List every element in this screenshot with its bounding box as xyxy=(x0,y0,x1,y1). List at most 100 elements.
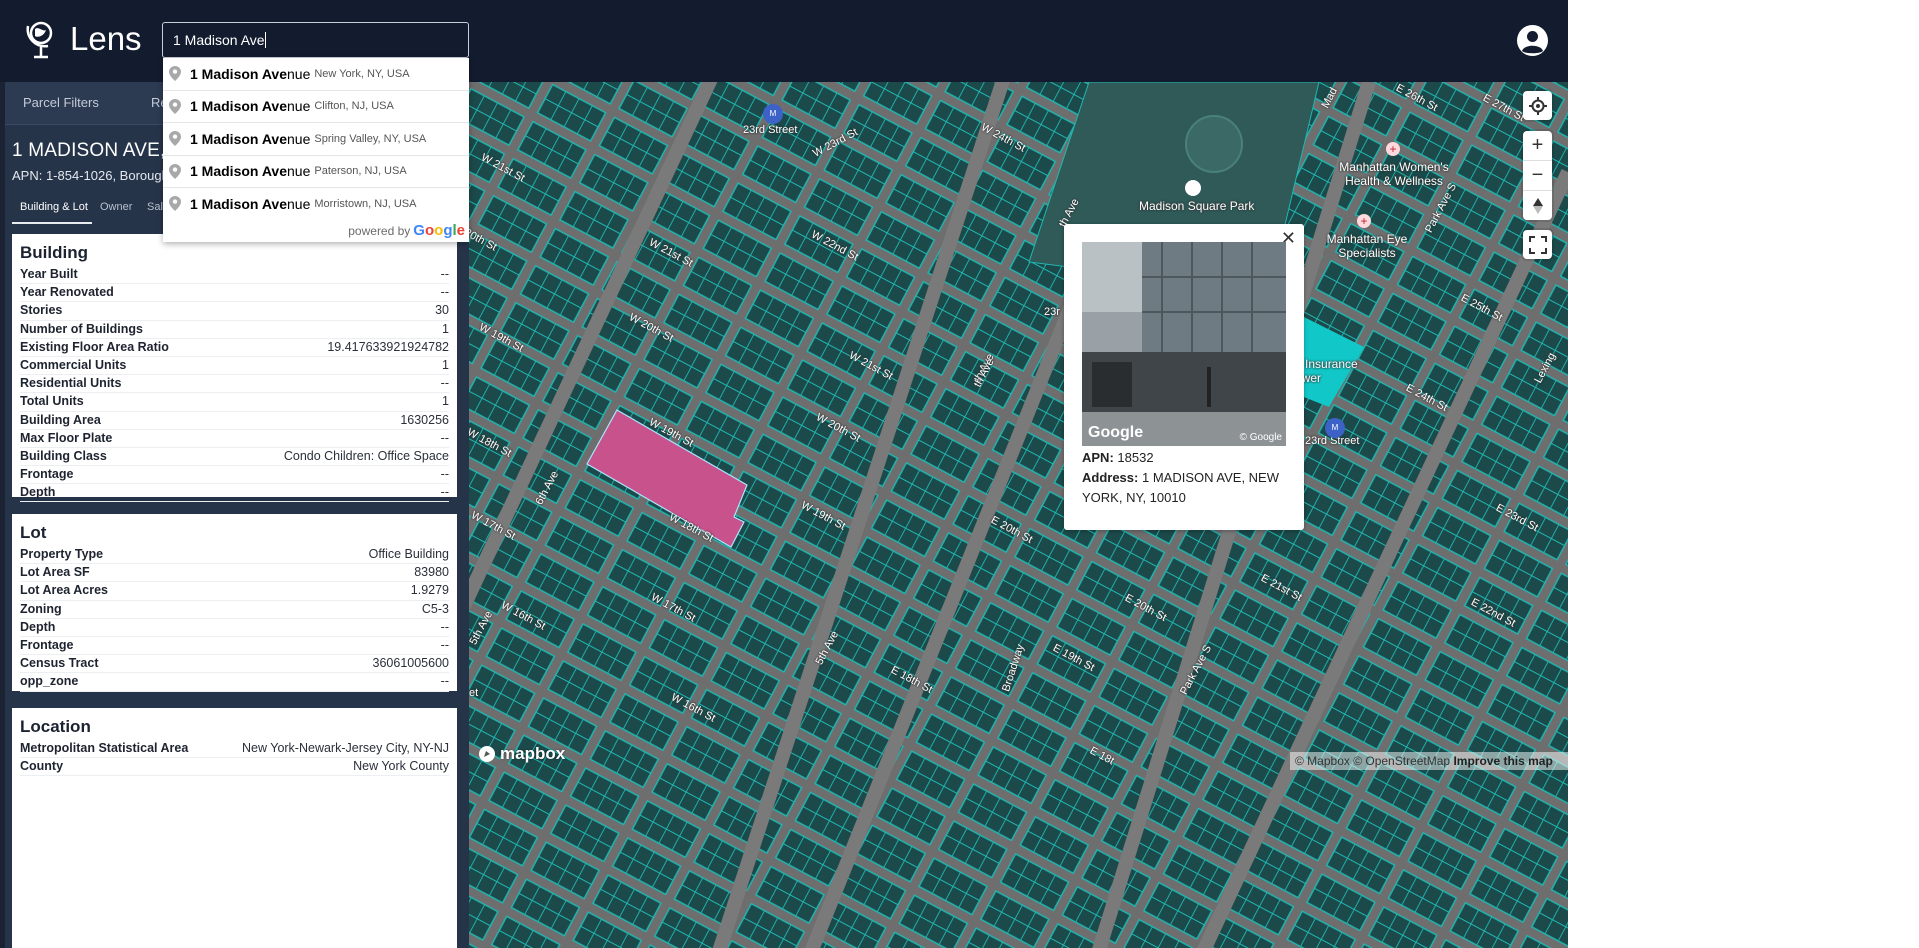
detail-value: -- xyxy=(440,376,449,391)
suggestion-item[interactable]: 1 Madison Ave nue Spring Valley, NY, USA xyxy=(163,122,469,155)
suggestion-secondary: Paterson, NJ, USA xyxy=(314,165,407,178)
property-header: 1 MADISON AVE, APN: 1-854-1026, Borough xyxy=(12,140,169,183)
powered-by-text: powered by xyxy=(348,223,411,238)
app-name: Lens xyxy=(70,20,142,57)
tab-building-lot[interactable]: Building & Lot xyxy=(20,201,88,213)
subway-icon[interactable]: M xyxy=(763,104,783,124)
detail-key: Frontage xyxy=(20,637,74,652)
building-card: Building Year Built -- Year Renovated -- Sto… xyxy=(12,234,457,503)
account-icon[interactable] xyxy=(1516,24,1549,57)
map-canvas[interactable]: 23rd Street W 23rd St W 24th St W 21st S… xyxy=(469,82,1568,948)
map-pin-icon xyxy=(169,196,181,212)
detail-row: Zoning C5-3 xyxy=(20,601,449,619)
geolocate-control[interactable] xyxy=(1523,91,1552,120)
zoom-out-button[interactable]: − xyxy=(1523,161,1552,191)
tab-owner[interactable]: Owner xyxy=(100,201,132,213)
detail-row: Census Tract 36061005600 xyxy=(20,655,449,674)
zoom-in-button[interactable]: + xyxy=(1523,131,1552,161)
detail-row: Building Area 1630256 xyxy=(20,412,449,430)
apn-value: 18532 xyxy=(1117,450,1154,465)
active-tab-indicator xyxy=(12,222,92,224)
detail-value: 1 xyxy=(442,394,449,409)
detail-value: 1 xyxy=(442,321,449,336)
street-view-image[interactable]: Google © Google xyxy=(1082,242,1286,446)
poi-insurance-tower[interactable]: e Insurance ower xyxy=(1295,357,1358,385)
detail-key: Property Type xyxy=(20,547,104,561)
detail-row: Commercial Units 1 xyxy=(20,357,449,376)
poi-madison-square-park[interactable]: Madison Square Park xyxy=(1139,199,1254,213)
location-card: Location Metropolitan Statistical Area Ne… xyxy=(12,708,457,948)
map-pin-icon xyxy=(169,98,181,114)
detail-value: 1.9279 xyxy=(410,583,449,598)
suggestion-match: 1 Madison Ave xyxy=(190,195,287,212)
suggestion-item[interactable]: 1 Madison Ave nue Paterson, NJ, USA xyxy=(163,154,469,188)
detail-row: Lot Area Acres 1.9279 xyxy=(20,582,449,601)
detail-key: Building Area xyxy=(20,412,101,427)
suggestion-rest: nue xyxy=(287,163,311,180)
detail-key: Max Floor Plate xyxy=(20,430,113,445)
map-pin-icon xyxy=(169,66,181,82)
detail-value: C5-3 xyxy=(421,601,449,616)
detail-key: Year Renovated xyxy=(20,285,114,300)
detail-value: 30 xyxy=(435,303,449,318)
fullscreen-icon[interactable] xyxy=(1523,230,1552,259)
detail-key: Building Class xyxy=(20,448,107,463)
tab-parcel-filters[interactable]: Parcel Filters xyxy=(23,95,99,110)
detail-row: Property Type Office Building xyxy=(20,546,449,565)
mapbox-logo[interactable]: mapbox xyxy=(478,744,565,764)
detail-value: -- xyxy=(440,619,449,634)
parcel-popup: ✕ Google © Google APN: 18532 Address: 1 … xyxy=(1064,224,1304,530)
map-pin-icon xyxy=(169,131,181,147)
search-input[interactable]: 1 Madison Ave xyxy=(162,22,469,58)
suggestion-rest: nue xyxy=(287,195,311,212)
lot-heading: Lot xyxy=(20,523,47,542)
building-rows: Year Built -- Year Renovated -- Stories 30 Num… xyxy=(20,266,449,503)
globe-logo-icon xyxy=(26,21,53,59)
detail-key: Depth xyxy=(20,485,56,500)
detail-key: Frontage xyxy=(20,467,74,482)
map-pin-icon xyxy=(169,163,181,179)
attribution-text[interactable]: © Mapbox © OpenStreetMap xyxy=(1295,754,1450,768)
park-icon[interactable] xyxy=(1185,180,1201,196)
fullscreen-control[interactable] xyxy=(1523,230,1552,259)
detail-value: 19.417633921924782 xyxy=(327,339,449,354)
autocomplete-dropdown: 1 Madison Ave nue New York, NY, USA 1 Madis… xyxy=(163,58,469,242)
app-logo[interactable]: Lens xyxy=(24,18,142,60)
detail-row: County New York County xyxy=(20,758,449,777)
detail-value: -- xyxy=(440,485,449,500)
building-heading: Building xyxy=(20,243,88,262)
hospital-icon[interactable]: + xyxy=(1357,214,1371,228)
detail-row: Building Class Condo Children: Office Spa… xyxy=(20,448,449,467)
google-mark: Google xyxy=(1088,424,1144,441)
detail-row: opp_zone -- xyxy=(20,673,449,692)
detail-value: 36061005600 xyxy=(372,656,449,671)
mapbox-wordmark: mapbox xyxy=(500,744,566,763)
address-label: Address: xyxy=(1082,470,1139,485)
suggestion-item[interactable]: 1 Madison Ave nue New York, NY, USA xyxy=(163,58,469,90)
hospital-icon[interactable]: + xyxy=(1386,142,1400,156)
detail-key: Existing Floor Area Ratio xyxy=(20,339,169,354)
suggestion-match: 1 Madison Ave xyxy=(190,163,287,180)
suggestion-item[interactable]: 1 Madison Ave nue Morristown, NJ, USA xyxy=(163,187,469,220)
detail-value: New York County xyxy=(353,759,449,774)
detail-key: Lot Area Acres xyxy=(20,583,108,598)
detail-value: -- xyxy=(440,267,449,281)
property-title: 1 MADISON AVE, xyxy=(12,140,166,161)
tab-sales[interactable]: Sal xyxy=(147,201,163,213)
compass-button[interactable] xyxy=(1523,191,1552,220)
detail-key: Metropolitan Statistical Area xyxy=(20,741,189,755)
suggestion-item[interactable]: 1 Madison Ave nue Clifton, NJ, USA xyxy=(163,89,469,123)
improve-map-link[interactable]: Improve this map xyxy=(1453,754,1552,768)
geolocate-icon[interactable] xyxy=(1523,91,1552,120)
suggestion-match: 1 Madison Ave xyxy=(190,65,287,82)
detail-row: Number of Buildings 1 xyxy=(20,321,449,339)
subway-icon[interactable]: M xyxy=(1325,418,1345,438)
detail-value: New York-Newark-Jersey City, NY-NJ xyxy=(242,741,449,755)
app: 23rd Street W 23rd St W 24th St W 21st S… xyxy=(0,0,1568,948)
poi-manhattan-eye-specialists[interactable]: Manhattan Eye Specialists xyxy=(1323,232,1411,260)
detail-key: Depth xyxy=(20,619,56,634)
detail-key: Lot Area SF xyxy=(20,565,90,580)
suggestion-rest: nue xyxy=(287,130,311,147)
poi-manhattan-womens-health[interactable]: Manhattan Women's Health & Wellness xyxy=(1324,160,1464,188)
mapbox-icon xyxy=(479,746,495,762)
